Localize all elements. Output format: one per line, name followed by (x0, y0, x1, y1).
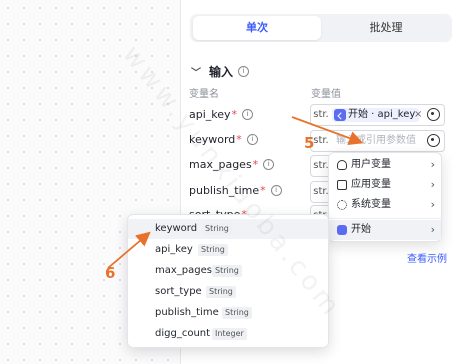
arrow-step-6 (107, 231, 151, 269)
step-number-6: 6 (105, 264, 116, 282)
step-number-5: 5 (304, 134, 315, 152)
arrow-step-5 (291, 116, 364, 146)
